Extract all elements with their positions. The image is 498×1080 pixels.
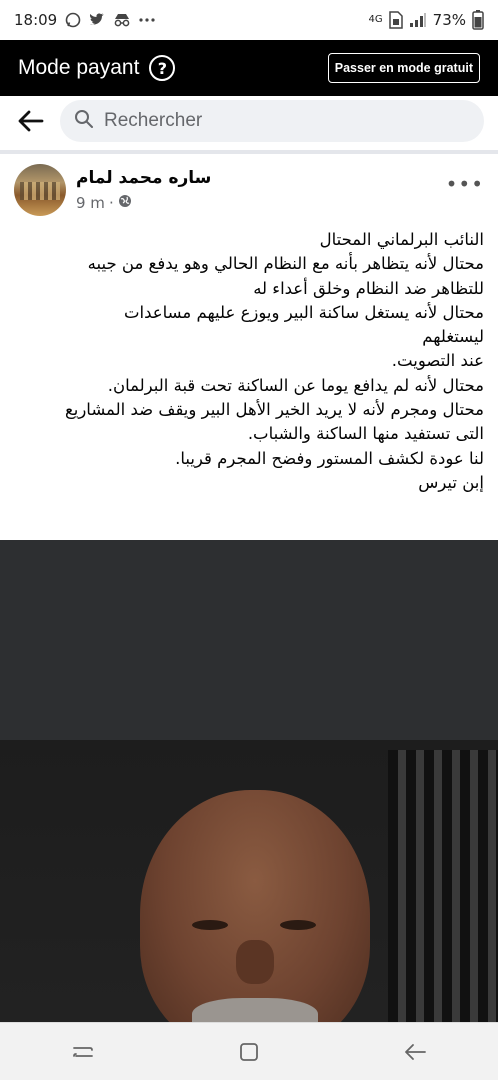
recent-apps-icon[interactable] [63, 1032, 103, 1072]
more-options-icon[interactable]: ••• [446, 172, 484, 196]
free-mode-button[interactable]: Passer en mode gratuit [327, 53, 480, 83]
mode-bar: Mode payant ? Passer en mode gratuit [0, 40, 498, 96]
post-line: إبن تيرس [418, 472, 484, 492]
photo-eye [280, 920, 316, 930]
battery-percent: 73% [432, 11, 466, 29]
signal-icon [409, 12, 427, 28]
post-time[interactable]: 9 m [76, 194, 105, 212]
battery-icon [472, 10, 484, 30]
photo-mustache [192, 998, 318, 1022]
author-name[interactable]: ساره محمد لمام [76, 168, 211, 188]
post-meta: ساره محمد لمام 9 m · [76, 168, 211, 212]
post-line: محتال لأنه يتظاهر بأنه مع النظام الحالي … [87, 254, 484, 274]
post-line: التى تستفيد منها الساكنة والشباب. [247, 424, 484, 444]
separator-dot: · [108, 194, 114, 212]
home-icon[interactable] [229, 1032, 269, 1072]
post-photo[interactable] [0, 540, 498, 1022]
help-icon[interactable]: ? [149, 55, 176, 81]
photo-eye [192, 920, 228, 930]
more-dots-icon [139, 18, 155, 22]
status-bar: 18:09 4G 73% [0, 0, 498, 40]
post-line: النائب البرلماني المحتال [319, 230, 484, 249]
photo-nose [236, 940, 274, 984]
back-icon[interactable] [395, 1032, 435, 1072]
post-line: لنا عودة لكشف المستور وفضح المجرم قريبا. [175, 448, 484, 468]
post-line: محتال لأنه لم يدافع يوما عن الساكنة تحت … [107, 375, 484, 395]
post-text: النائب البرلماني المحتال محتال لأنه يتظا… [0, 228, 498, 495]
post-header: ساره محمد لمام 9 m · ••• [0, 154, 498, 224]
search-input[interactable]: Rechercher [60, 100, 484, 142]
post-line: محتال ومجرم لأنه لا يريد الخير الأهل الب… [64, 400, 484, 420]
sim-icon [388, 11, 403, 29]
search-placeholder: Rechercher [104, 110, 203, 131]
photo-railing [388, 750, 498, 1022]
search-bar: Rechercher [0, 96, 498, 146]
network-type: 4G [368, 14, 383, 25]
system-nav-bar [0, 1022, 498, 1080]
post-line: محتال لأنه يستغل ساكنة البير ويوزع عليهم… [124, 302, 484, 322]
whatsapp-icon [65, 12, 81, 28]
post-line: عند التصويت. [391, 351, 484, 371]
status-time: 18:09 [14, 11, 58, 29]
post-time-row: 9 m · [76, 194, 211, 212]
avatar[interactable] [14, 164, 66, 216]
mode-title: Mode payant [18, 56, 140, 79]
globe-icon [118, 194, 132, 212]
post-line: للتظاهر ضد النظام وخلق أعداء له [253, 278, 484, 298]
back-arrow-icon[interactable] [14, 104, 48, 138]
post-line: ليستغلهم [422, 327, 484, 347]
incognito-icon [113, 13, 131, 27]
photo-face [140, 790, 370, 1022]
twitter-icon [89, 13, 105, 27]
search-icon [74, 109, 94, 133]
